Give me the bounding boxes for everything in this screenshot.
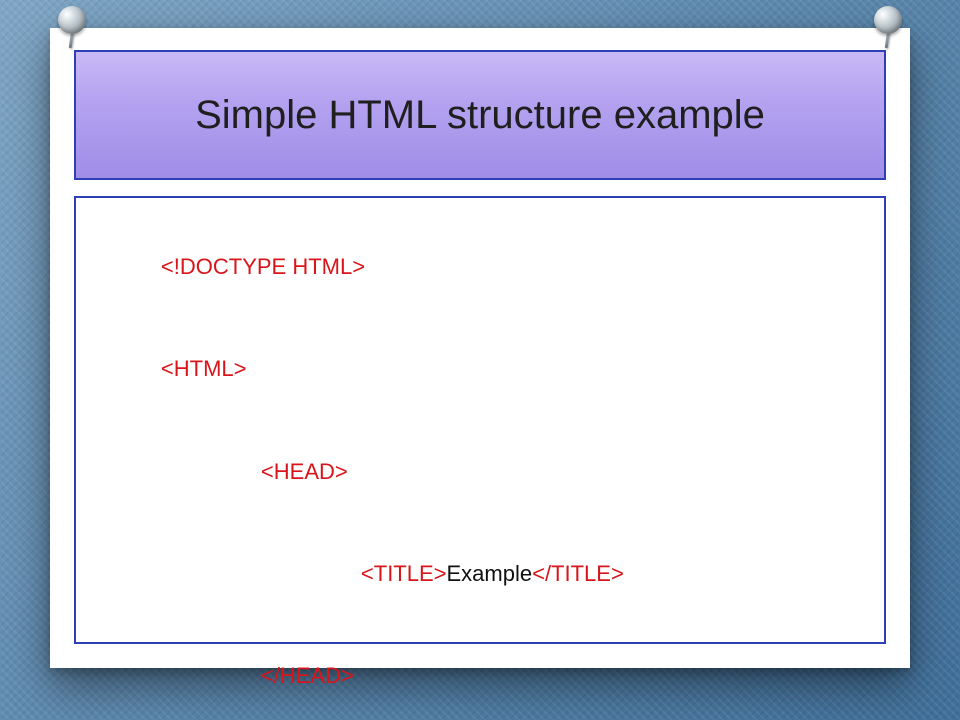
- tag-head-open: <HEAD>: [261, 459, 348, 484]
- tag-title-close: </TITLE>: [532, 561, 624, 586]
- code-example-box: <!DOCTYPE HTML> <HTML> <HEAD> <TITLE>Exa…: [74, 196, 886, 644]
- code-line: </HEAD>: [112, 625, 856, 720]
- code-line: <HTML>: [112, 318, 856, 420]
- code-line: <!DOCTYPE HTML>: [112, 216, 856, 318]
- slide-paper: Simple HTML structure example <!DOCTYPE …: [50, 28, 910, 668]
- tag-html-open: <HTML>: [161, 356, 247, 381]
- slide-background: Simple HTML structure example <!DOCTYPE …: [0, 0, 960, 720]
- tag-doctype: <!DOCTYPE HTML>: [161, 254, 365, 279]
- text-title: Example: [447, 561, 533, 586]
- pushpin-icon: [868, 6, 908, 46]
- slide-title-bar: Simple HTML structure example: [74, 50, 886, 180]
- code-line: <HEAD>: [112, 421, 856, 523]
- tag-title-open: <TITLE>: [361, 561, 447, 586]
- slide-title-text: Simple HTML structure example: [195, 91, 765, 139]
- tag-head-close: </HEAD>: [261, 663, 354, 688]
- pushpin-icon: [52, 6, 92, 46]
- code-line: <TITLE>Example</TITLE>: [112, 523, 856, 625]
